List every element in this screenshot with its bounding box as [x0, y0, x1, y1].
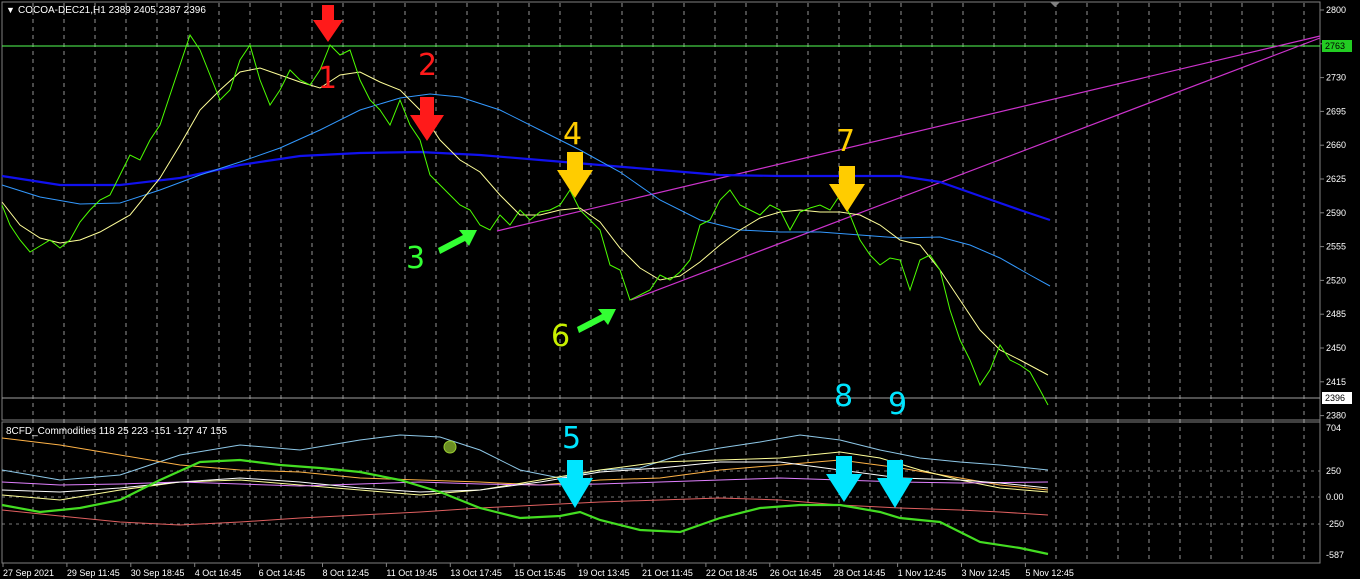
price-tick-label: 2485 — [1326, 309, 1346, 319]
annotation-7: 7 — [836, 124, 855, 159]
time-tick-label: 5 Nov 12:45 — [1025, 568, 1074, 578]
indicator-grid — [2, 470, 1320, 525]
price-tick-label: 2555 — [1326, 242, 1346, 252]
arrow-3-green[interactable] — [438, 230, 477, 254]
collapse-triangle-icon[interactable]: ▼ — [6, 5, 15, 15]
annotation-6: 6 — [551, 319, 570, 354]
chart-shift-icon[interactable] — [1050, 2, 1060, 7]
price-tick-label: 2415 — [1326, 377, 1346, 387]
annotation-9: 9 — [888, 387, 907, 422]
time-axis: 27 Sep 2021 29 Sep 11:45 30 Sep 18:45 4 Oct… — [2, 563, 1074, 578]
indicator-tick-label: -250 — [1326, 519, 1344, 529]
indicator-tick-label: -587 — [1326, 550, 1344, 560]
time-tick-label: 4 Oct 16:45 — [195, 568, 242, 578]
time-tick-label: 19 Oct 13:45 — [578, 568, 630, 578]
indicator-tick-label: 704 — [1326, 423, 1341, 433]
price-tick-label: 2590 — [1326, 208, 1346, 218]
trendline-lower[interactable] — [630, 37, 1321, 301]
arrow-4-yellow-down[interactable] — [557, 152, 593, 198]
arrow-8-cyan-down[interactable] — [826, 456, 862, 502]
price-chart[interactable]: 1 2 3 4 5 6 7 8 9 ▼ COCOA-DEC21,H1 2389 … — [0, 0, 1360, 579]
arrow-6-green[interactable] — [577, 309, 616, 333]
time-tick-label: 6 Oct 14:45 — [259, 568, 306, 578]
price-tick-label: 2380 — [1326, 411, 1346, 421]
time-tick-label: 3 Nov 12:45 — [962, 568, 1011, 578]
annotation-5: 5 — [562, 421, 581, 456]
price-tick-label: 2450 — [1326, 343, 1346, 353]
arrow-1-red-down[interactable] — [313, 5, 343, 42]
annotation-8: 8 — [834, 379, 853, 414]
time-tick-label: 21 Oct 11:45 — [642, 568, 693, 578]
price-line — [1, 33, 1049, 406]
time-tick-label: 30 Sep 18:45 — [131, 568, 185, 578]
price-tick-label: 2695 — [1326, 106, 1346, 116]
time-tick-label: 27 Sep 2021 — [3, 568, 54, 578]
arrow-2-red-down[interactable] — [410, 97, 444, 141]
annotation-1: 1 — [318, 61, 337, 96]
time-tick-label: 15 Oct 15:45 — [514, 568, 566, 578]
indicator-header: 8CFD_Commodities 118 25 223 -151 -127 47… — [6, 426, 227, 437]
price-axis: 2800276527302695266026252590255525202485… — [1320, 5, 1346, 421]
arrow-7-yellow-down[interactable] — [829, 166, 865, 212]
hline-price-tag-text: 2763 — [1325, 41, 1345, 51]
time-tick-label: 11 Oct 19:45 — [386, 568, 437, 578]
time-tick-label: 13 Oct 17:45 — [450, 568, 502, 578]
last-price-tag-text: 2396 — [1325, 393, 1345, 403]
price-tick-label: 2660 — [1326, 140, 1346, 150]
arrow-9-cyan-down[interactable] — [877, 460, 913, 508]
time-tick-label: 22 Oct 18:45 — [706, 568, 758, 578]
ma-slow-line — [1, 150, 1051, 222]
time-tick-label: 1 Nov 12:45 — [898, 568, 947, 578]
indicator-marker-dot[interactable] — [443, 440, 457, 454]
annotation-3: 3 — [406, 241, 425, 276]
time-tick-label: 29 Sep 11:45 — [67, 568, 120, 578]
time-tick-label: 28 Oct 14:45 — [834, 568, 886, 578]
price-tick-label: 2625 — [1326, 174, 1346, 184]
time-tick-label: 8 Oct 12:45 — [323, 568, 370, 578]
indicator-line-2 — [1, 497, 1049, 526]
time-tick-label: 26 Oct 16:45 — [770, 568, 822, 578]
arrow-5-cyan-down[interactable] — [557, 460, 593, 508]
indicator-tick-label: 0.00 — [1326, 492, 1344, 502]
trendline-upper[interactable] — [496, 35, 1321, 232]
main-panel-border — [1, 1, 1321, 421]
annotation-2: 2 — [418, 48, 437, 83]
annotation-4: 4 — [563, 117, 582, 152]
indicator-panel-border — [1, 421, 1321, 564]
price-tick-label: 2520 — [1326, 275, 1346, 285]
ma-fast-line — [1, 67, 1049, 376]
indicator-tick-label: 250 — [1326, 466, 1341, 476]
symbol-header: COCOA-DEC21,H1 2389 2405 2387 2396 — [18, 5, 206, 16]
indicator-axis: 704 250 0.00 -250 -587 — [1326, 423, 1344, 560]
price-tick-label: 2800 — [1326, 5, 1346, 15]
price-tick-label: 2730 — [1326, 73, 1346, 83]
ma-mid-line — [1, 93, 1051, 287]
